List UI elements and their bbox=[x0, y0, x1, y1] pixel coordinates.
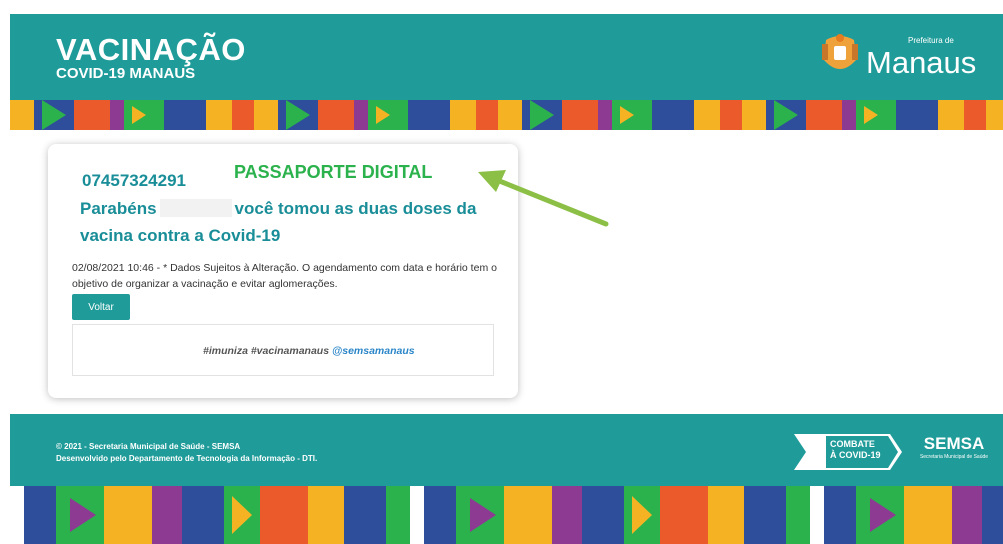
site-footer: © 2021 - Secretaria Municipal de Saúde -… bbox=[10, 414, 1003, 486]
congrats-message: Parabéns você tomou as duas doses da vaci… bbox=[80, 195, 500, 249]
brand-subtitle: COVID-19 MANAUS bbox=[56, 65, 196, 82]
combate-line-2: À COVID-19 bbox=[830, 450, 881, 460]
pattern-band-icon bbox=[10, 486, 1003, 544]
congrats-prefix: Parabéns bbox=[80, 199, 157, 218]
arrow-annotation bbox=[478, 170, 609, 227]
semsa-subtitle: Secretaria Municipal de Saúde bbox=[919, 454, 989, 460]
semsa-name: SEMSA bbox=[923, 434, 985, 453]
timestamp: 02/08/2021 10:46 bbox=[72, 262, 154, 274]
hashtag-text: #imuniza #vacinamanaus bbox=[203, 345, 330, 357]
mention-link[interactable]: @semsamanaus bbox=[332, 345, 415, 357]
combate-text: COMBATE À COVID-19 bbox=[830, 439, 881, 461]
decorative-band-top bbox=[10, 100, 1003, 130]
city-name: Manaus bbox=[866, 45, 977, 80]
combate-line-1: COMBATE bbox=[830, 439, 875, 449]
passport-label: PASSAPORTE DIGITAL bbox=[234, 162, 433, 182]
copyright-text: © 2021 - Secretaria Municipal de Saúde -… bbox=[56, 442, 241, 451]
site-header: VACINAÇÃO COVID-19 MANAUS Prefeitura de … bbox=[10, 14, 1003, 100]
city-prefix: Prefeitura de bbox=[908, 36, 954, 45]
disclaimer-note: 02/08/2021 10:46 - * Dados Sujeitos à Al… bbox=[72, 260, 502, 292]
redacted-name bbox=[159, 199, 232, 217]
semsa-logo[interactable]: SEMSA Secretaria Municipal de Saúde bbox=[916, 434, 992, 478]
crest-icon bbox=[822, 34, 858, 69]
pattern-band-icon bbox=[10, 100, 1003, 130]
decorative-band-bottom bbox=[10, 486, 1003, 544]
hashtags: #imuniza #vacinamanaus @semsamanaus bbox=[203, 345, 415, 357]
hashtag-box: #imuniza #vacinamanaus @semsamanaus bbox=[72, 324, 494, 376]
document-number: 07457324291 bbox=[82, 171, 187, 190]
vaccination-card: 07457324291 PASSAPORTE DIGITAL Parabéns v… bbox=[48, 144, 518, 398]
developer-credit: Desenvolvido pelo Departamento de Tecnol… bbox=[56, 454, 318, 463]
back-button[interactable]: Voltar bbox=[72, 294, 130, 320]
prefeitura-logo[interactable]: Prefeitura de Manaus bbox=[818, 28, 1003, 90]
combate-covid-logo[interactable]: COMBATE À COVID-19 bbox=[794, 434, 902, 470]
brand-title: VACINAÇÃO bbox=[56, 32, 246, 67]
